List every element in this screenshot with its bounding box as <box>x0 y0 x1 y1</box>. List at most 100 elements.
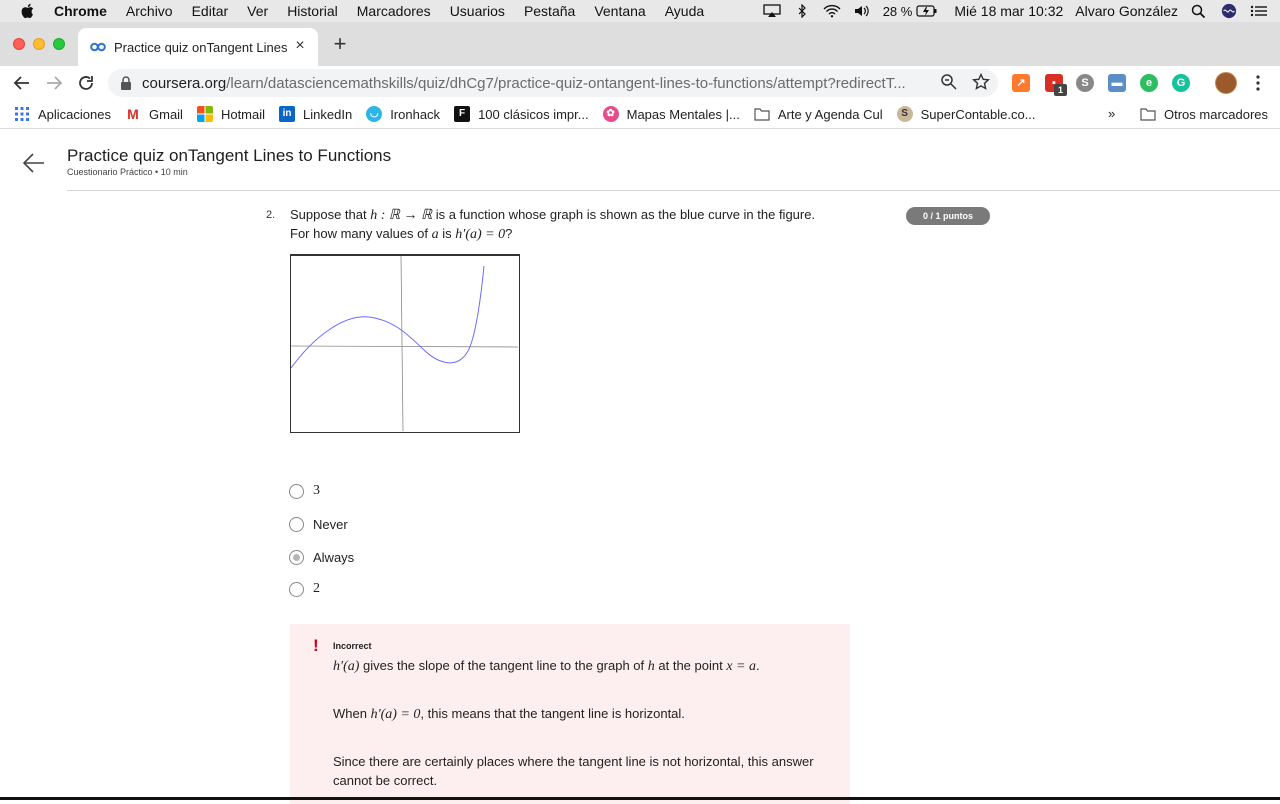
bookmarks-bar: Aplicaciones M Gmail Hotmail in LinkedIn… <box>0 100 1280 129</box>
notification-center-icon[interactable] <box>1250 4 1268 18</box>
zoom-icon[interactable] <box>940 73 958 91</box>
linkedin-icon: in <box>279 106 296 122</box>
forward-icon[interactable] <box>44 73 64 93</box>
menu-app-chrome[interactable]: Chrome <box>54 3 107 19</box>
graph-svg <box>290 255 519 432</box>
bookmark-mapas-mentales[interactable]: ✿ Mapas Mentales |... <box>602 106 740 122</box>
option-label: Never <box>313 516 348 532</box>
bookmark-label: Mapas Mentales |... <box>626 106 740 122</box>
chrome-menu-icon[interactable] <box>1250 74 1266 92</box>
bookmarks-overflow-chevron-icon[interactable]: » <box>1108 106 1115 121</box>
question-text: For how many values of <box>290 226 432 241</box>
grammarly-icon[interactable]: G <box>1172 74 1190 92</box>
battery-charging-icon[interactable] <box>916 4 938 18</box>
menu-pestana[interactable]: Pestaña <box>524 3 575 19</box>
menu-usuarios[interactable]: Usuarios <box>450 3 505 19</box>
macos-menu-bar: Chrome Archivo Editar Ver Historial Marc… <box>0 0 1280 22</box>
lock-icon[interactable] <box>120 76 132 90</box>
feedback-text: gives the slope of the tangent line to t… <box>359 658 648 673</box>
extension-image-icon[interactable]: ▬ <box>1108 74 1126 92</box>
bookmark-100-clasicos[interactable]: F 100 clásicos impr... <box>454 106 589 122</box>
bookmark-label: Arte y Agenda Cul <box>777 106 883 122</box>
question-math: a <box>431 227 439 242</box>
extension-badge: 1 <box>1054 84 1067 96</box>
siri-icon[interactable] <box>1220 3 1238 19</box>
feedback-text: When <box>333 706 371 721</box>
option-label: Always <box>313 549 355 565</box>
option-never[interactable]: Never <box>289 515 348 533</box>
coursera-favicon-icon <box>90 42 106 52</box>
option-3[interactable]: 3 <box>289 482 320 500</box>
question-text: is a function whose graph is shown as th… <box>432 207 816 222</box>
incorrect-icon: ! <box>313 636 319 655</box>
blue-curve <box>290 265 485 369</box>
bookmark-label: Hotmail <box>220 106 266 122</box>
question-math: h′(a) = 0 <box>455 227 506 242</box>
bookmark-gmail[interactable]: M Gmail <box>125 106 183 122</box>
extension-skype-icon[interactable]: S <box>1076 74 1094 92</box>
menu-marcadores[interactable]: Marcadores <box>357 3 431 19</box>
feedback-text: . <box>756 658 760 673</box>
bookmark-supercontable[interactable]: S SuperContable.co... <box>896 106 1036 122</box>
bookmark-ironhack[interactable]: ◡ Ironhack <box>366 106 440 122</box>
book-site-icon: F <box>454 106 471 122</box>
back-icon[interactable] <box>12 73 32 93</box>
feedback-text: , this means that the tangent line is ho… <box>420 706 685 721</box>
airplay-icon[interactable] <box>763 4 781 18</box>
bookmark-label: LinkedIn <box>303 106 353 122</box>
evernote-icon[interactable]: e <box>1140 74 1158 92</box>
header-divider <box>67 190 1280 191</box>
bookmark-arte-agenda[interactable]: Arte y Agenda Cul <box>754 106 883 122</box>
option-always[interactable]: Always <box>289 548 354 566</box>
browser-tab-active[interactable]: Practice quiz onTangent Lines × <box>78 28 318 66</box>
menu-ver[interactable]: Ver <box>247 3 268 19</box>
window-minimize-button[interactable] <box>33 38 45 50</box>
wifi-icon[interactable] <box>823 4 841 18</box>
quiz-meta: Cuestionario Práctico • 10 min <box>67 167 188 177</box>
tab-close-icon[interactable]: × <box>292 38 308 54</box>
bookmark-aplicaciones[interactable]: Aplicaciones <box>14 106 111 122</box>
bookmark-otros-marcadores[interactable]: Otros marcadores <box>1140 106 1268 122</box>
profile-avatar[interactable] <box>1215 72 1237 94</box>
supercontable-icon: S <box>896 106 913 122</box>
clock[interactable]: Mié 18 mar 10:32 <box>954 3 1063 19</box>
menu-archivo[interactable]: Archivo <box>126 3 173 19</box>
address-bar[interactable]: coursera.org/learn/datasciencemathskills… <box>108 69 998 97</box>
quiz-page: Practice quiz onTangent Lines to Functio… <box>0 129 1280 804</box>
status-area: 28 % Mié 18 mar 10:32 Alvaro González <box>763 0 1280 22</box>
window-close-button[interactable] <box>13 38 25 50</box>
radio-button[interactable] <box>289 516 304 532</box>
menu-editar[interactable]: Editar <box>192 3 229 19</box>
points-badge: 0 / 1 puntos <box>906 207 990 225</box>
feedback-paragraph-3: Since there are certainly places where t… <box>333 754 814 788</box>
option-2[interactable]: 2 <box>289 580 320 598</box>
battery-percent[interactable]: 28 % <box>883 4 913 19</box>
bookmark-label: Gmail <box>149 106 183 122</box>
menu-historial[interactable]: Historial <box>287 3 338 19</box>
bookmark-hotmail[interactable]: Hotmail <box>196 106 266 122</box>
back-arrow-icon[interactable] <box>22 151 46 175</box>
extension-analytics-icon[interactable]: ↗ <box>1012 74 1030 92</box>
apple-icon[interactable] <box>20 3 34 19</box>
microsoft-icon <box>196 106 213 122</box>
radio-button-selected[interactable] <box>289 549 304 565</box>
user-name[interactable]: Alvaro González <box>1075 3 1178 19</box>
browser-toolbar: coursera.org/learn/datasciencemathskills… <box>0 66 1280 100</box>
reload-icon[interactable] <box>76 73 96 93</box>
question-text: is <box>438 226 456 241</box>
menu-ventana[interactable]: Ventana <box>594 3 645 19</box>
tab-title: Practice quiz onTangent Lines <box>114 39 288 55</box>
radio-button[interactable] <box>289 581 304 597</box>
bluetooth-icon[interactable] <box>793 4 811 18</box>
feedback-text: at the point <box>654 658 727 673</box>
spotlight-search-icon[interactable] <box>1190 4 1208 18</box>
feedback-math: h <box>647 659 655 674</box>
new-tab-button[interactable]: + <box>330 33 350 55</box>
window-fullscreen-button[interactable] <box>53 38 65 50</box>
bookmark-star-icon[interactable] <box>972 73 990 91</box>
bookmark-linkedin[interactable]: in LinkedIn <box>279 106 352 122</box>
menu-ayuda[interactable]: Ayuda <box>665 3 704 19</box>
question-number: 2. <box>266 209 276 221</box>
radio-button[interactable] <box>289 483 304 499</box>
volume-icon[interactable] <box>853 4 871 18</box>
